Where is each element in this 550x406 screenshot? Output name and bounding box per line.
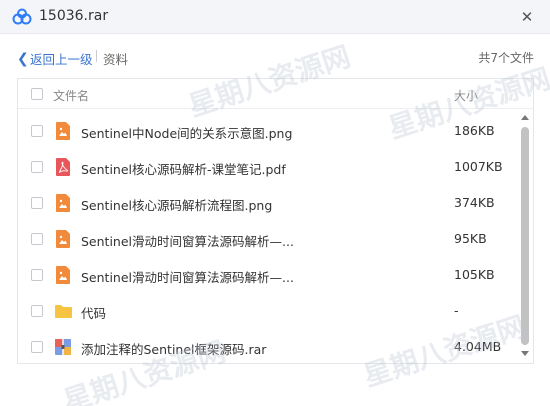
column-header-name: 文件名 bbox=[53, 89, 90, 103]
image-file-icon bbox=[56, 266, 70, 284]
image-file-icon bbox=[56, 194, 70, 212]
folder-icon bbox=[55, 305, 72, 318]
row-checkbox[interactable] bbox=[31, 233, 43, 245]
file-count: 共7个文件 bbox=[478, 51, 534, 65]
title-bar: 15036.rar ✕ bbox=[0, 0, 550, 34]
file-name: 代码 bbox=[81, 306, 107, 321]
row-checkbox[interactable] bbox=[31, 269, 43, 281]
image-file-icon bbox=[56, 230, 70, 248]
toolbar: ❮ 返回上一级 资料 共7个文件 bbox=[0, 34, 550, 78]
file-name: Sentinel核心源码解析流程图.png bbox=[81, 198, 273, 213]
list-item[interactable]: Sentinel滑动时间窗算法源码解析—... 95KB bbox=[18, 221, 516, 257]
close-button[interactable]: ✕ bbox=[516, 6, 538, 28]
baidu-netdisk-logo-icon bbox=[12, 8, 32, 25]
column-header-size: 大小 bbox=[454, 89, 479, 103]
file-name: Sentinel滑动时间窗算法源码解析—... bbox=[81, 234, 294, 249]
back-button[interactable]: ❮ 返回上一级 bbox=[17, 49, 93, 68]
file-name: Sentinel中Node间的关系示意图.png bbox=[81, 126, 293, 141]
back-label: 返回上一级 bbox=[30, 52, 93, 67]
file-list: 文件名 大小 Sentinel中Node间的关系示意图.png 186KB Se… bbox=[17, 78, 534, 364]
file-size: 374KB bbox=[454, 195, 495, 210]
file-size: 4.04MB bbox=[454, 339, 502, 354]
scroll-down-arrow-icon[interactable] bbox=[521, 351, 529, 356]
chevron-left-icon: ❮ bbox=[17, 50, 29, 67]
breadcrumb: 资料 bbox=[103, 52, 129, 67]
divider bbox=[96, 50, 97, 62]
list-header: 文件名 大小 bbox=[18, 79, 533, 109]
row-checkbox[interactable] bbox=[31, 341, 43, 353]
file-size: - bbox=[454, 303, 459, 318]
file-size: 95KB bbox=[454, 231, 487, 246]
list-item[interactable]: Sentinel核心源码解析-课堂笔记.pdf 1007KB bbox=[18, 149, 516, 185]
file-size: 105KB bbox=[454, 267, 495, 282]
list-item[interactable]: Sentinel核心源码解析流程图.png 374KB bbox=[18, 185, 516, 221]
list-item[interactable]: 添加注释的Sentinel框架源码.rar 4.04MB bbox=[18, 329, 516, 365]
scrollbar[interactable] bbox=[519, 109, 531, 363]
file-name: 添加注释的Sentinel框架源码.rar bbox=[81, 342, 267, 357]
list-item[interactable]: Sentinel中Node间的关系示意图.png 186KB bbox=[18, 113, 516, 149]
list-item[interactable]: 代码 - bbox=[18, 293, 516, 329]
row-checkbox[interactable] bbox=[31, 125, 43, 137]
row-checkbox[interactable] bbox=[31, 305, 43, 317]
row-checkbox[interactable] bbox=[31, 197, 43, 209]
list-item[interactable]: Sentinel滑动时间窗算法源码解析—... 105KB bbox=[18, 257, 516, 293]
scroll-up-arrow-icon[interactable] bbox=[521, 115, 529, 120]
file-name: Sentinel滑动时间窗算法源码解析—... bbox=[81, 270, 294, 285]
archive-file-icon bbox=[55, 339, 71, 355]
file-size: 1007KB bbox=[454, 159, 503, 174]
scrollbar-thumb[interactable] bbox=[521, 127, 529, 345]
file-name: Sentinel核心源码解析-课堂笔记.pdf bbox=[81, 162, 286, 177]
select-all-checkbox[interactable] bbox=[31, 88, 43, 100]
window-title: 15036.rar bbox=[39, 8, 109, 24]
file-size: 186KB bbox=[454, 123, 495, 138]
image-file-icon bbox=[56, 122, 70, 140]
row-checkbox[interactable] bbox=[31, 161, 43, 173]
pdf-file-icon bbox=[56, 158, 70, 176]
